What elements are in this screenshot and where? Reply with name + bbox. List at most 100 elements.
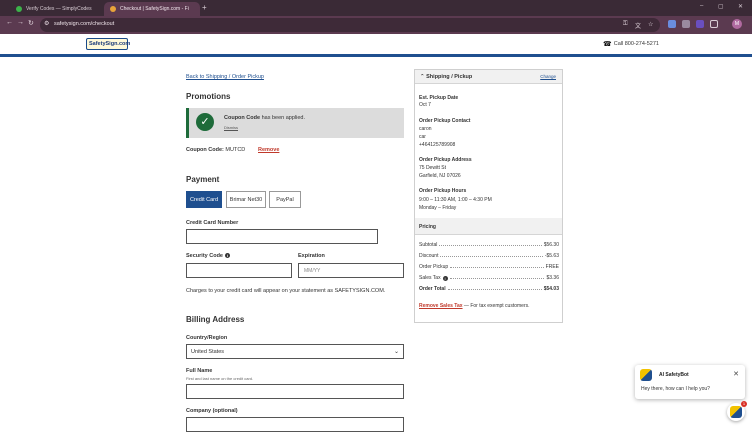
statement-note: Charges to your credit card will appear …	[186, 288, 386, 294]
phone-number: Call 800-274-5271	[613, 41, 659, 47]
brimar-net30-button[interactable]: Brimar Net30	[226, 191, 266, 208]
pricing-header: Pricing	[415, 218, 562, 235]
price-label: Sales Tax	[419, 275, 441, 281]
coupon-code-value: MUTCD	[223, 147, 246, 153]
dismiss-link[interactable]: Dismiss	[224, 125, 238, 130]
tax-exempt-line: Remove Sales Tax — For tax exempt custom…	[419, 303, 530, 309]
change-link[interactable]: Change	[540, 74, 556, 79]
shipping-pickup-title: ⌃ Shipping / Pickup	[420, 74, 473, 80]
back-to-shipping-link[interactable]: Back to Shipping / Order Pickup	[186, 74, 264, 80]
pricing-title: Pricing	[419, 224, 436, 230]
address-line-1: 75 Dewitt St	[419, 165, 446, 171]
price-row-order-total: Order Total $54.03	[419, 284, 559, 292]
back-arrow-icon[interactable]: ←	[6, 19, 13, 26]
promotions-heading: Promotions	[186, 92, 231, 101]
price-row-subtotal: Subtotal $56.30	[419, 240, 559, 248]
price-row-sales-tax: Sales Tax i $3.36	[419, 273, 559, 281]
safetysign-logo[interactable]: SafetySign.com	[86, 38, 130, 50]
tab-checkout[interactable]: Checkout | SafetySign.com - Fi	[104, 2, 200, 16]
pickup-hours-label: Order Pickup Hours	[419, 188, 467, 194]
profile-avatar[interactable]: M	[732, 19, 742, 29]
extension-icon[interactable]	[682, 20, 690, 28]
tab-verify-codes[interactable]: Verify Codes — SimplyCodes	[10, 2, 102, 16]
pickup-address-label: Order Pickup Address	[419, 157, 472, 163]
chatbot-greeting: Hey there, how can I help you?	[641, 386, 710, 392]
tab-label: Checkout | SafetySign.com - Fi	[120, 6, 189, 12]
info-icon[interactable]: i	[224, 253, 230, 259]
browser-toolbar: ← → ↻ ⚙ safetysign.com/checkout ⚿ 文 ☆	[0, 16, 752, 34]
coupon-applied-notice: ✓ Coupon Code has been applied. Dismiss	[186, 108, 404, 138]
close-window-icon[interactable]: ✕	[738, 3, 743, 10]
minimize-icon[interactable]: –	[700, 3, 703, 9]
hours-line-2: Monday – Friday	[419, 205, 457, 211]
full-name-label: Full Name	[186, 368, 213, 374]
bookmark-star-icon[interactable]: ☆	[648, 21, 653, 28]
safetybot-avatar	[640, 369, 652, 381]
company-input[interactable]	[186, 417, 404, 432]
notification-badge: 1	[741, 401, 747, 407]
remove-sales-tax-link[interactable]: Remove Sales Tax	[419, 303, 463, 309]
card-number-label: Credit Card Number	[186, 220, 239, 226]
contact-name: caron	[419, 126, 432, 132]
chatbot-popup[interactable]: AI SafetyBot ✕ Hey there, how can I help…	[635, 365, 745, 399]
maximize-icon[interactable]: ▢	[718, 3, 724, 10]
price-value: $3.36	[546, 275, 559, 281]
safetysign-favicon-icon	[110, 6, 116, 12]
phone-contact[interactable]: ☎ Call 800-274-5271	[603, 40, 659, 48]
card-number-input[interactable]	[186, 229, 378, 244]
country-value: United States	[191, 349, 225, 355]
header-divider	[0, 54, 752, 57]
simplycodes-favicon-icon	[16, 6, 22, 12]
paypal-button[interactable]: PayPal	[269, 191, 301, 208]
coupon-code-line: Coupon Code: MUTCD	[186, 147, 245, 153]
pickup-contact-label: Order Pickup Contact	[419, 118, 471, 124]
chatbot-name: AI SafetyBot	[659, 372, 689, 378]
expiration-label: Expiration	[298, 253, 325, 259]
leader-dots	[440, 256, 543, 257]
tab-label: Verify Codes — SimplyCodes	[26, 6, 92, 12]
info-icon[interactable]: i	[442, 276, 448, 281]
reload-icon[interactable]: ↻	[28, 19, 34, 27]
shipping-pickup-title-text: Shipping / Pickup	[426, 74, 473, 80]
price-value: FREE	[545, 264, 559, 270]
safetybot-icon	[730, 406, 742, 418]
billing-address-heading: Billing Address	[186, 315, 245, 324]
new-tab-button[interactable]: +	[202, 3, 207, 13]
coupon-applied-bold: Coupon Code	[224, 115, 261, 121]
leader-dots	[450, 267, 544, 268]
extension-icon[interactable]	[696, 20, 704, 28]
price-row-order-pickup: Order Pickup FREE	[419, 262, 559, 270]
close-icon[interactable]: ✕	[733, 370, 739, 378]
extensions-puzzle-icon[interactable]	[710, 20, 718, 28]
url-text: safetysign.com/checkout	[54, 21, 115, 27]
security-code-input[interactable]	[186, 263, 292, 278]
country-label: Country/Region	[186, 335, 228, 341]
credit-card-button[interactable]: Credit Card	[186, 191, 222, 208]
remove-coupon-link[interactable]: Remove	[258, 147, 279, 153]
leader-dots	[447, 289, 542, 290]
phone-icon: ☎	[603, 41, 612, 48]
contact-phone: +464125789908	[419, 142, 456, 148]
price-label: Discount	[419, 253, 439, 259]
price-row-discount: Discount -$5.63	[419, 251, 559, 259]
company-label: Company (optional)	[186, 408, 238, 414]
security-code-text: Security Code	[186, 253, 223, 259]
expiration-placeholder: MM/YY	[304, 268, 321, 274]
chat-launcher-button[interactable]: 1	[727, 401, 747, 421]
pickup-date-label: Est. Pickup Date	[419, 95, 459, 101]
translate-icon[interactable]: 文	[635, 21, 641, 30]
browser-tab-bar: Verify Codes — SimplyCodes Checkout | Sa…	[0, 0, 752, 16]
address-line-2: Garfield, NJ 07026	[419, 173, 461, 179]
coupon-applied-message: Coupon Code has been applied.	[224, 115, 305, 121]
address-bar[interactable]: ⚙ safetysign.com/checkout ⚿ 文 ☆	[40, 18, 660, 32]
full-name-hint: First and last name on the credit card.	[186, 376, 254, 381]
price-label: Order Total	[419, 286, 446, 292]
extension-icon[interactable]	[668, 20, 676, 28]
forward-arrow-icon[interactable]: →	[17, 19, 24, 26]
site-info-icon[interactable]: ⚙	[44, 20, 49, 27]
password-key-icon[interactable]: ⚿	[623, 21, 628, 28]
expiration-input[interactable]: MM/YY	[298, 263, 404, 278]
contact-company: car	[419, 134, 426, 140]
full-name-input[interactable]	[186, 384, 404, 399]
country-select[interactable]: United States ⌄	[186, 344, 404, 359]
